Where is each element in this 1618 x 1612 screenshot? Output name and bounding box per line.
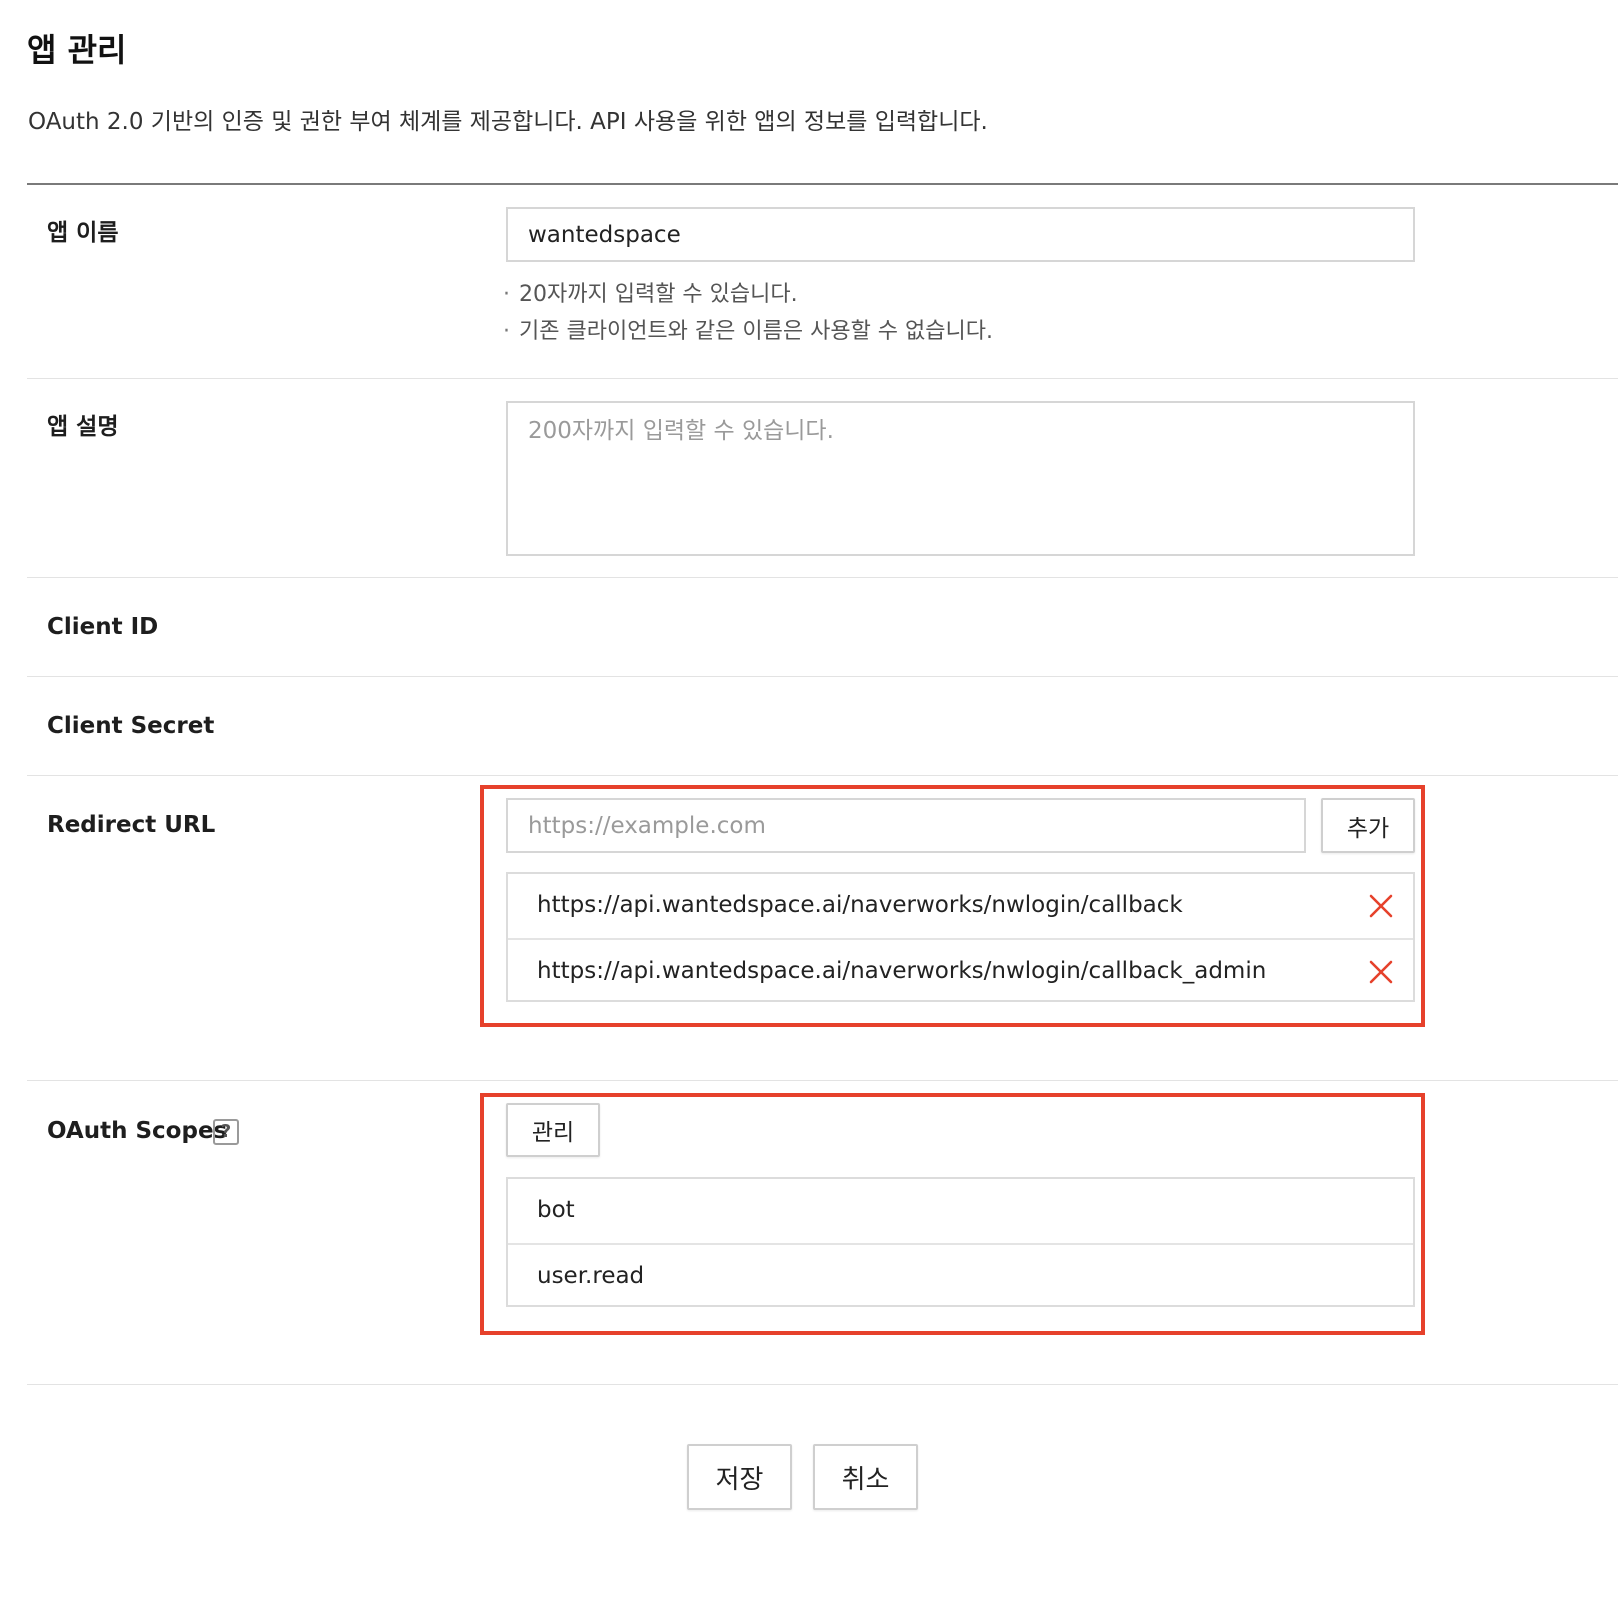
- manage-scopes-button[interactable]: 관리: [506, 1103, 600, 1157]
- scope-text: bot: [537, 1197, 575, 1223]
- scope-item: user.read: [508, 1243, 1413, 1307]
- row-divider: [27, 1080, 1618, 1081]
- redirect-url-input[interactable]: [506, 798, 1306, 853]
- close-icon[interactable]: [1369, 894, 1393, 918]
- scope-text: user.read: [537, 1263, 645, 1289]
- redirect-url-list: https://api.wantedspace.ai/naverworks/nw…: [506, 872, 1415, 1002]
- row-divider: [27, 577, 1618, 578]
- app-name-label: 앱 이름: [47, 220, 119, 246]
- row-divider: [27, 378, 1618, 379]
- cancel-button[interactable]: 취소: [813, 1444, 918, 1510]
- redirect-url-item: https://api.wantedspace.ai/naverworks/nw…: [508, 874, 1413, 938]
- redirect-url-text: https://api.wantedspace.ai/naverworks/nw…: [537, 958, 1267, 984]
- help-icon[interactable]: ?: [213, 1119, 239, 1145]
- app-name-hint: · 기존 클라이언트와 같은 이름은 사용할 수 없습니다.: [503, 319, 993, 344]
- app-name-hints: · 20자까지 입력할 수 있습니다. · 기존 클라이언트와 같은 이름은 사용할…: [503, 276, 993, 350]
- app-name-input[interactable]: [506, 207, 1415, 262]
- redirect-url-text: https://api.wantedspace.ai/naverworks/nw…: [537, 892, 1183, 918]
- client-id-label: Client ID: [47, 614, 159, 640]
- scope-item: bot: [508, 1179, 1413, 1243]
- redirect-url-item: https://api.wantedspace.ai/naverworks/nw…: [508, 938, 1413, 1002]
- row-divider: [27, 676, 1618, 677]
- close-icon[interactable]: [1369, 960, 1393, 984]
- scope-list: bot user.read: [506, 1177, 1415, 1307]
- oauth-scopes-label: OAuth Scopes: [47, 1118, 228, 1144]
- app-description-textarea[interactable]: [506, 401, 1415, 556]
- row-divider: [27, 775, 1618, 776]
- redirect-url-label: Redirect URL: [47, 812, 216, 838]
- page-title: 앱 관리: [27, 31, 127, 69]
- app-name-hint: · 20자까지 입력할 수 있습니다.: [503, 282, 798, 307]
- row-divider: [27, 1384, 1618, 1385]
- add-redirect-url-button[interactable]: 추가: [1321, 798, 1415, 853]
- header-divider: [27, 183, 1618, 185]
- client-secret-label: Client Secret: [47, 713, 215, 739]
- save-button[interactable]: 저장: [687, 1444, 792, 1510]
- app-description-label: 앱 설명: [47, 414, 119, 440]
- page-description: OAuth 2.0 기반의 인증 및 권한 부여 체계를 제공합니다. API …: [28, 109, 988, 135]
